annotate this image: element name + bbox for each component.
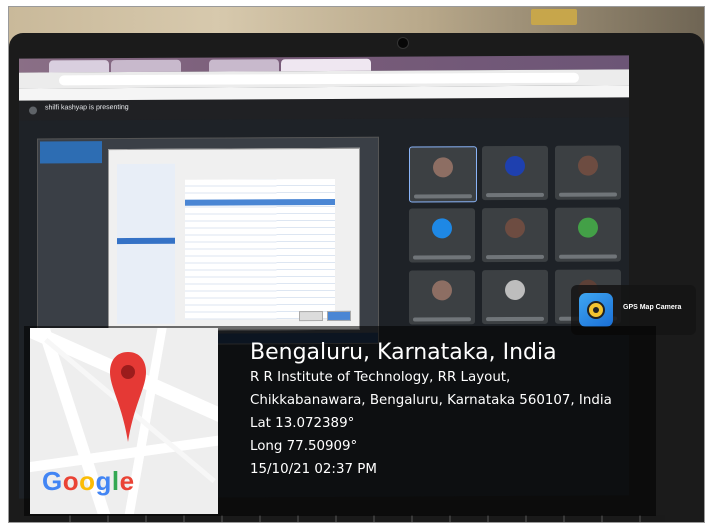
browser-tab xyxy=(49,60,109,73)
avatar xyxy=(433,157,453,178)
latitude: Lat 13.072389° xyxy=(250,416,355,431)
gps-badge-label: GPS Map Camera xyxy=(623,304,682,311)
location-info: Bengaluru, Karnataka, India R R Institut… xyxy=(250,340,612,481)
longitude: Long 77.50909° xyxy=(250,439,358,454)
address-line-1: R R Institute of Technology, RR Layout, xyxy=(250,370,511,385)
camera-lens-icon xyxy=(587,301,605,319)
participant-tile xyxy=(482,207,548,263)
avatar xyxy=(578,217,598,238)
map-thumbnail: Google xyxy=(30,328,218,514)
browser-tab xyxy=(281,58,371,72)
participant-tile xyxy=(409,208,475,263)
shared-tree-selection xyxy=(117,237,175,245)
participant-tile xyxy=(482,145,548,201)
avatar xyxy=(432,218,452,239)
google-logo: Google xyxy=(42,466,135,497)
address-line-2: Chikkabanawara, Bengaluru, Karnataka 560… xyxy=(250,393,612,408)
map-pin-icon xyxy=(110,352,146,442)
participant-tile xyxy=(555,145,621,200)
google-logo-letter: o xyxy=(79,466,96,496)
gps-map-camera-icon xyxy=(579,293,613,327)
google-logo-letter: G xyxy=(42,466,63,496)
google-logo-letter: l xyxy=(111,466,120,496)
participant-name xyxy=(413,317,471,322)
google-logo-letter: g xyxy=(95,466,112,496)
google-logo-letter: o xyxy=(62,466,80,496)
shared-table-selected-row xyxy=(185,198,335,206)
participant-name xyxy=(486,192,544,198)
presenter-dot xyxy=(29,106,37,115)
shared-dialog-button xyxy=(327,310,351,321)
participant-name xyxy=(486,316,544,322)
location-title: Bengaluru, Karnataka, India xyxy=(250,340,557,365)
presenting-banner: shilfi kashyap is presenting xyxy=(19,97,629,121)
url-field xyxy=(59,72,579,86)
avatar xyxy=(505,217,525,239)
presenting-text: shilfi kashyap is presenting xyxy=(45,104,129,112)
avatar xyxy=(505,155,525,177)
participant-name xyxy=(559,254,617,259)
browser-tab xyxy=(111,59,181,73)
participant-name xyxy=(413,255,471,260)
shared-screen xyxy=(37,136,379,346)
google-logo-letter: e xyxy=(119,466,135,496)
participant-tile xyxy=(409,146,477,203)
avatar xyxy=(505,279,525,301)
participant-tile xyxy=(482,269,548,325)
shared-dialog-window xyxy=(108,147,360,332)
timestamp: 15/10/21 02:37 PM xyxy=(250,462,377,477)
webcam-icon xyxy=(397,37,409,49)
shared-dialog-button xyxy=(299,311,323,322)
participant-name xyxy=(486,254,544,260)
avatar xyxy=(578,155,598,176)
participant-name xyxy=(414,194,472,199)
keyboard xyxy=(33,515,665,522)
participant-name xyxy=(559,192,617,197)
participant-tile xyxy=(555,207,621,262)
avatar xyxy=(432,280,452,301)
window-handle xyxy=(531,9,577,25)
browser-tab xyxy=(209,59,279,72)
shared-sidebar xyxy=(40,141,102,164)
participant-tile xyxy=(409,270,475,325)
